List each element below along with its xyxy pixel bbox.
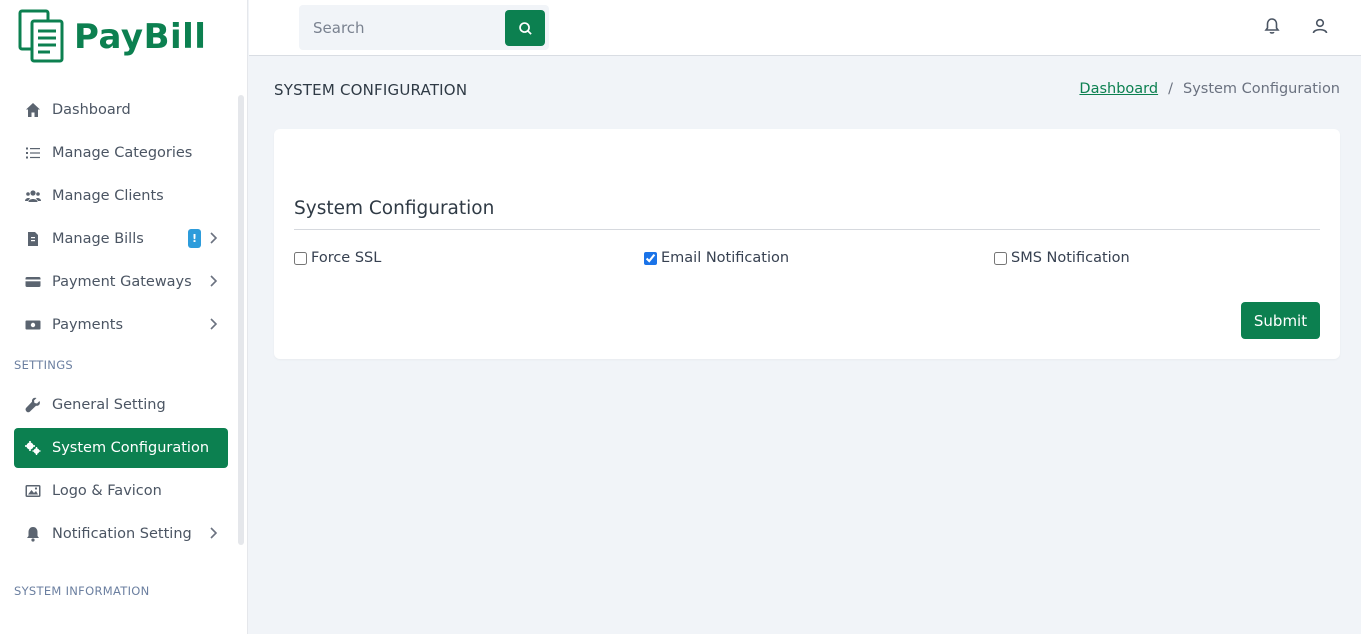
- submit-button[interactable]: Submit: [1241, 302, 1320, 339]
- chevron-right-icon: [208, 526, 218, 542]
- bell-icon: [24, 525, 42, 543]
- sidebar-item-dashboard[interactable]: Dashboard: [14, 90, 228, 130]
- sidebar-item-logo-favicon[interactable]: Logo & Favicon: [14, 471, 228, 511]
- topbar: [249, 0, 1361, 56]
- sidebar-item-label: Manage Bills: [52, 231, 144, 247]
- breadcrumb: Dashboard / System Configuration: [1079, 81, 1340, 97]
- brand-logo[interactable]: PayBill: [18, 8, 206, 66]
- card-title: System Configuration: [294, 198, 495, 219]
- sidebar-item-payments[interactable]: Payments: [14, 305, 228, 345]
- user-icon: [1312, 18, 1328, 34]
- system-configuration-card: System Configuration Force SSL Email Not…: [274, 129, 1340, 359]
- breadcrumb-current: System Configuration: [1182, 81, 1340, 97]
- users-icon: [24, 187, 42, 205]
- alert-badge: !: [188, 229, 201, 248]
- sidebar-item-manage-clients[interactable]: Manage Clients: [14, 176, 228, 216]
- sidebar-scrollbar[interactable]: [238, 95, 244, 545]
- sidebar-nav: Dashboard Manage Categories Manage Clien…: [14, 90, 228, 606]
- user-profile-button[interactable]: [1311, 17, 1331, 37]
- sidebar-item-label: Notification Setting: [52, 526, 192, 542]
- force-ssl-label: Force SSL: [311, 250, 382, 266]
- sidebar-item-label: Manage Clients: [52, 188, 164, 204]
- search-icon: [518, 21, 532, 35]
- page-title: SYSTEM CONFIGURATION: [274, 81, 468, 99]
- chevron-right-icon: [208, 317, 218, 333]
- sidebar-item-payment-gateways[interactable]: Payment Gateways: [14, 262, 228, 302]
- force-ssl-checkbox[interactable]: [294, 251, 307, 265]
- chevron-right-icon: [208, 274, 218, 290]
- list-icon: [24, 144, 42, 162]
- sidebar-section-settings: SETTINGS: [14, 358, 74, 372]
- credit-card-icon: [24, 273, 42, 291]
- sidebar-section-system-information: SYSTEM INFORMATION: [14, 584, 150, 598]
- email-notification-label: Email Notification: [661, 250, 790, 266]
- search-button[interactable]: [505, 10, 545, 46]
- money-icon: [24, 316, 42, 334]
- sidebar-item-label: System Configuration: [52, 440, 210, 456]
- sidebar-item-general-setting[interactable]: General Setting: [14, 385, 228, 425]
- notification-bell-button[interactable]: [1263, 17, 1283, 37]
- file-invoice-icon: [24, 230, 42, 248]
- sms-notification-checkbox[interactable]: [994, 251, 1007, 265]
- search-box: [299, 5, 549, 50]
- sidebar-item-label: Payments: [52, 317, 124, 333]
- card-divider: [294, 229, 1320, 230]
- image-icon: [24, 482, 42, 500]
- email-notification-checkbox[interactable]: [644, 251, 657, 265]
- wrench-icon: [24, 396, 42, 414]
- bell-icon: [1264, 18, 1280, 34]
- sidebar-item-manage-bills[interactable]: Manage Bills !: [14, 219, 228, 259]
- force-ssl-option[interactable]: Force SSL: [294, 250, 381, 266]
- brand-name: PayBill: [74, 17, 207, 57]
- sms-notification-label: SMS Notification: [1011, 250, 1130, 266]
- sidebar-item-label: Dashboard: [52, 102, 131, 118]
- sidebar-item-manage-categories[interactable]: Manage Categories: [14, 133, 228, 173]
- sidebar-item-label: Manage Categories: [52, 145, 193, 161]
- sidebar-item-label: Logo & Favicon: [52, 483, 162, 499]
- breadcrumb-link-dashboard[interactable]: Dashboard: [1079, 81, 1158, 97]
- breadcrumb-separator: /: [1168, 81, 1173, 97]
- sidebar-item-system-configuration[interactable]: System Configuration: [14, 428, 228, 468]
- home-icon: [24, 101, 42, 119]
- sidebar-item-label: Payment Gateways: [52, 274, 192, 290]
- search-input[interactable]: [299, 5, 504, 50]
- sms-notification-option[interactable]: SMS Notification: [994, 250, 1130, 266]
- chevron-right-icon: [208, 231, 218, 247]
- gears-icon: [24, 439, 42, 457]
- email-notification-option[interactable]: Email Notification: [644, 250, 789, 266]
- receipt-logo-icon: [18, 9, 64, 63]
- sidebar: PayBill Dashboard Manage Categories Mana…: [0, 0, 248, 634]
- sidebar-item-notification-setting[interactable]: Notification Setting: [14, 514, 228, 554]
- sidebar-item-label: General Setting: [52, 397, 166, 413]
